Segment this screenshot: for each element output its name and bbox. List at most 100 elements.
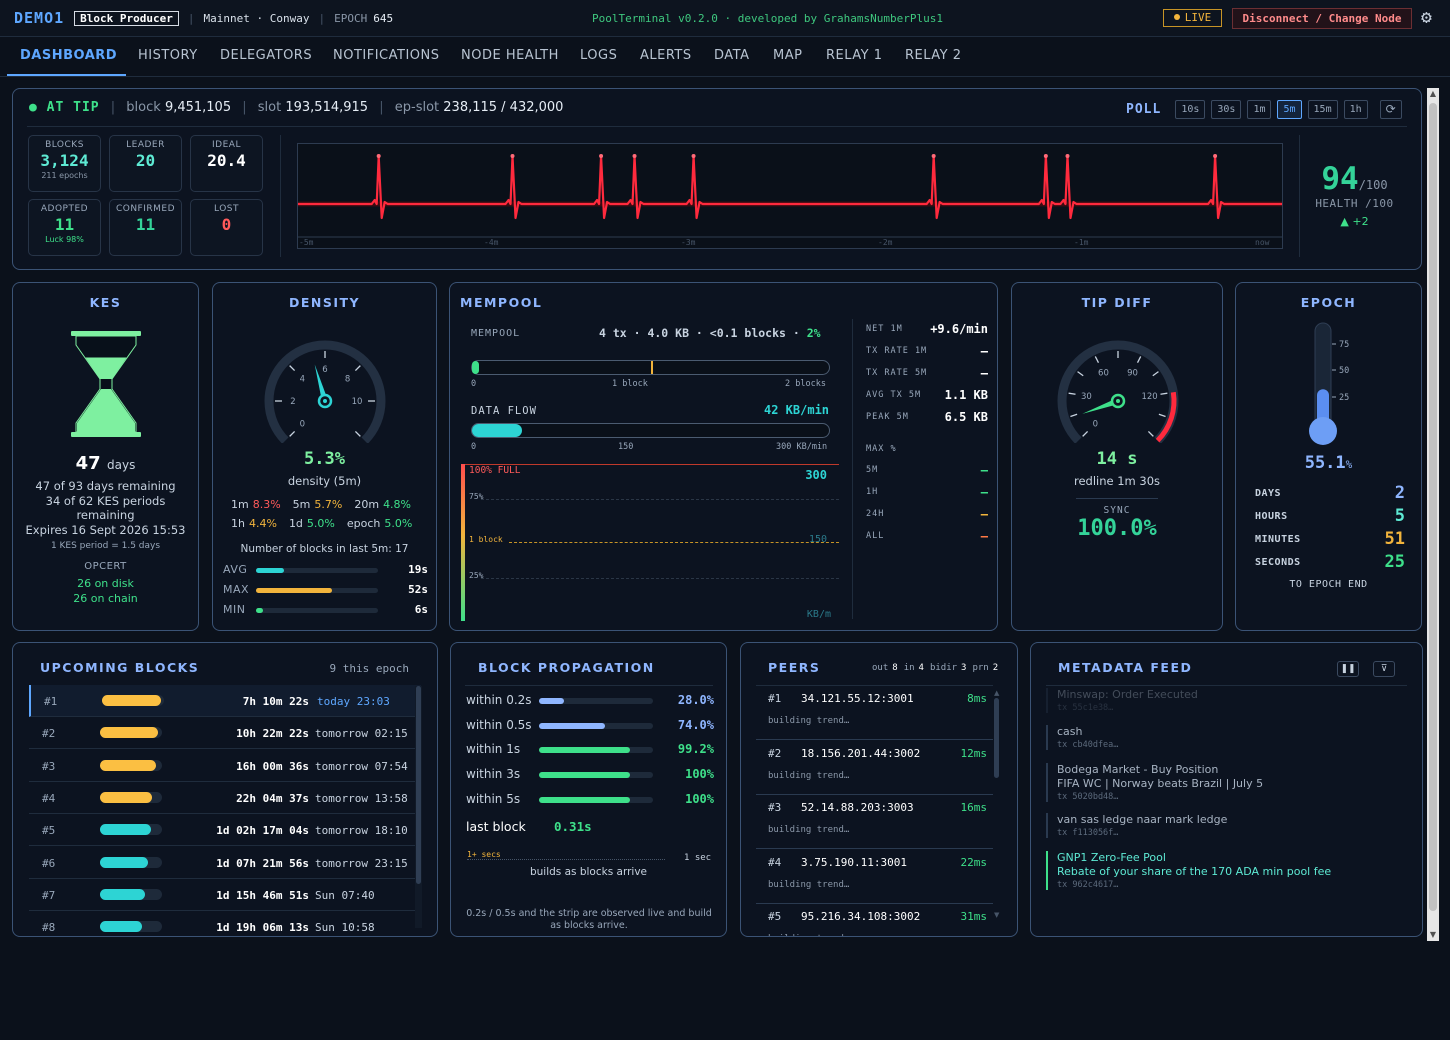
propagation-track xyxy=(539,796,653,803)
scheduled-time: tomorrow 23:15 xyxy=(315,856,408,870)
epoch-end-label: TO EPOCH END xyxy=(1289,579,1368,590)
top-bar: DEMO1 Block Producer | Mainnet · Conway … xyxy=(0,0,1450,37)
gauge-tick xyxy=(1147,430,1154,437)
metadata-item[interactable]: van sas ledge naar mark ledge tx f113056f… xyxy=(1046,813,1406,838)
tab-delegators[interactable]: DELEGATORS xyxy=(220,48,312,63)
upcoming-block-row[interactable]: #3 16h 00m 36s tomorrow 07:54 xyxy=(29,750,421,782)
scrollbar[interactable] xyxy=(415,686,422,928)
upcoming-block-row[interactable]: #8 1d 19h 06m 13s Sun 10:58 xyxy=(29,911,421,936)
tab-map[interactable]: MAP xyxy=(773,48,802,63)
health-value: 94 xyxy=(1321,161,1359,197)
peer-row[interactable]: #3 52.14.88.203:3003 16ms building trend… xyxy=(756,795,993,849)
peer-rank: #1 xyxy=(768,692,782,705)
scrollbar-thumb[interactable] xyxy=(994,698,999,778)
upcoming-block-row[interactable]: #6 1d 07h 21m 56s tomorrow 23:15 xyxy=(29,847,421,879)
redline-label: redline 1m 30s xyxy=(1073,474,1161,488)
upcoming-block-row[interactable]: #7 1d 15h 46m 51s Sun 07:40 xyxy=(29,879,421,911)
propagation-row: within 5s 100% xyxy=(466,792,714,808)
countdown-value: 16h 00m 36s xyxy=(236,759,309,773)
countdown-value: 5 xyxy=(1394,506,1405,526)
gauge-tick-label: 0 xyxy=(300,420,305,430)
density-window-value: 4.8% xyxy=(383,498,412,511)
mempool-label: MEMPOOL xyxy=(471,328,521,339)
tab-relay-2[interactable]: RELAY 2 xyxy=(905,48,962,63)
scrollbar-thumb[interactable] xyxy=(416,686,421,884)
upcoming-block-row[interactable]: #1 7h 10m 22s today 23:03 xyxy=(29,685,421,717)
health-label: HEALTH /100 xyxy=(1315,197,1394,210)
strip-left-label: 1+ secs xyxy=(467,850,501,859)
time-axis-label: -3m xyxy=(681,238,696,247)
interval-avg-row: AVG 19s xyxy=(223,563,428,577)
propagation-track xyxy=(539,772,653,779)
page-scrollbar[interactable]: ▲ ▼ xyxy=(1427,88,1439,941)
epoch-slot-label: ep-slot xyxy=(394,100,440,115)
heartbeat-chart: -5m -4m -3m -2m -1m now xyxy=(297,143,1283,249)
propagation-track xyxy=(539,722,653,729)
stat-sub: Luck 98% xyxy=(45,235,84,244)
axis-max-label: 300 xyxy=(805,468,827,482)
propagation-value: 74.0% xyxy=(677,717,714,732)
poll-option-1m[interactable]: 1m xyxy=(1247,100,1272,119)
countdown-fill xyxy=(100,921,143,933)
gauge-hub-dot xyxy=(1116,399,1120,403)
max-pct-label: 5M xyxy=(866,465,879,475)
disconnect-button[interactable]: Disconnect / Change Node xyxy=(1232,8,1412,29)
countdown-label: MINUTES xyxy=(1255,534,1301,545)
poll-option-1h[interactable]: 1h xyxy=(1343,100,1368,119)
interval-fill xyxy=(256,608,264,613)
metadata-item[interactable]: cash tx cb40dfea… xyxy=(1046,725,1406,750)
at-tip-badge: ● AT TIP xyxy=(29,100,100,115)
upcoming-block-row[interactable]: #4 22h 04m 37s tomorrow 13:58 xyxy=(29,782,421,814)
stat-label: CONFIRMED xyxy=(115,204,176,214)
metadata-item[interactable]: GNP1 Zero-Fee Pool Rebate of your share … xyxy=(1046,851,1406,890)
poll-option-30s[interactable]: 30s xyxy=(1211,100,1242,119)
upcoming-block-row[interactable]: #5 1d 02h 17m 04s tomorrow 18:10 xyxy=(29,814,421,847)
gear-icon[interactable]: ⚙ xyxy=(1421,7,1432,28)
tab-notifications[interactable]: NOTIFICATIONS xyxy=(333,48,440,63)
stat-value: 1.1 KB xyxy=(944,388,988,402)
scrollbar-thumb[interactable] xyxy=(1429,103,1437,911)
stat-leader: LEADER 20 xyxy=(109,135,182,192)
density-window-label: 1h xyxy=(231,517,245,530)
gauge-tick-label: 4 xyxy=(300,374,305,384)
time-axis-label: -1m xyxy=(1074,238,1089,247)
upcoming-block-row[interactable]: #2 10h 22m 22s tomorrow 02:15 xyxy=(29,717,421,750)
metadata-item[interactable]: Minswap: Order Executed tx 55c1e38… xyxy=(1046,688,1406,713)
tab-history[interactable]: HISTORY xyxy=(138,48,198,63)
tab-node-health[interactable]: NODE HEALTH xyxy=(461,48,559,63)
refresh-icon[interactable]: ⟳ xyxy=(1379,100,1402,119)
tab-relay-1[interactable]: RELAY 1 xyxy=(826,48,883,63)
scrollbar[interactable]: ▲ ▼ xyxy=(994,689,999,921)
propagation-row: within 3s 100% xyxy=(466,767,714,783)
poll-option-10s[interactable]: 10s xyxy=(1175,100,1206,119)
kes-line: remaining xyxy=(76,508,135,522)
metadata-tx-hash: tx f113056f… xyxy=(1057,828,1119,838)
peer-row[interactable]: #1 34.121.55.12:3001 8ms building trend… xyxy=(756,686,993,740)
peer-row[interactable]: #5 95.216.34.108:3002 31ms building trend… xyxy=(756,904,993,936)
metadata-item[interactable]: Bodega Market - Buy Position FIFA WC | N… xyxy=(1046,763,1406,802)
opcert-label: OPCERT xyxy=(84,561,127,572)
filter-icon[interactable]: ⊽ xyxy=(1373,661,1395,677)
scroll-down-icon[interactable]: ▼ xyxy=(1427,929,1439,941)
propagation-row: within 0.2s 28.0% xyxy=(466,693,714,709)
tab-logs[interactable]: LOGS xyxy=(580,48,617,63)
strip-right-label: 1 sec xyxy=(684,853,712,863)
heartbeat-peak xyxy=(691,154,696,158)
tab-data[interactable]: DATA xyxy=(714,48,750,63)
tab-dashboard[interactable]: DASHBOARD xyxy=(20,48,117,63)
peer-count-value: 3 xyxy=(961,663,967,673)
countdown-days: DAYS 2 xyxy=(1255,483,1405,503)
poll-option-5m[interactable]: 5m xyxy=(1277,100,1302,119)
pause-icon[interactable]: ❚❚ xyxy=(1337,661,1359,677)
stat-label: NET 1M xyxy=(866,324,903,334)
propagation-row: within 0.5s 74.0% xyxy=(466,718,714,734)
stat-label: PEAK 5M xyxy=(866,412,909,422)
scroll-up-icon[interactable]: ▲ xyxy=(1427,88,1439,100)
tab-alerts[interactable]: ALERTS xyxy=(640,48,692,63)
gauge-tick xyxy=(354,430,361,437)
kes-details: 47 of 93 days remaining 34 of 62 KES per… xyxy=(13,479,198,537)
peer-row[interactable]: #4 3.75.190.11:3001 22ms building trend… xyxy=(756,850,993,904)
poll-option-15m[interactable]: 15m xyxy=(1307,100,1338,119)
stat-value: — xyxy=(980,366,988,380)
peer-row[interactable]: #2 18.156.201.44:3002 12ms building trend… xyxy=(756,741,993,795)
